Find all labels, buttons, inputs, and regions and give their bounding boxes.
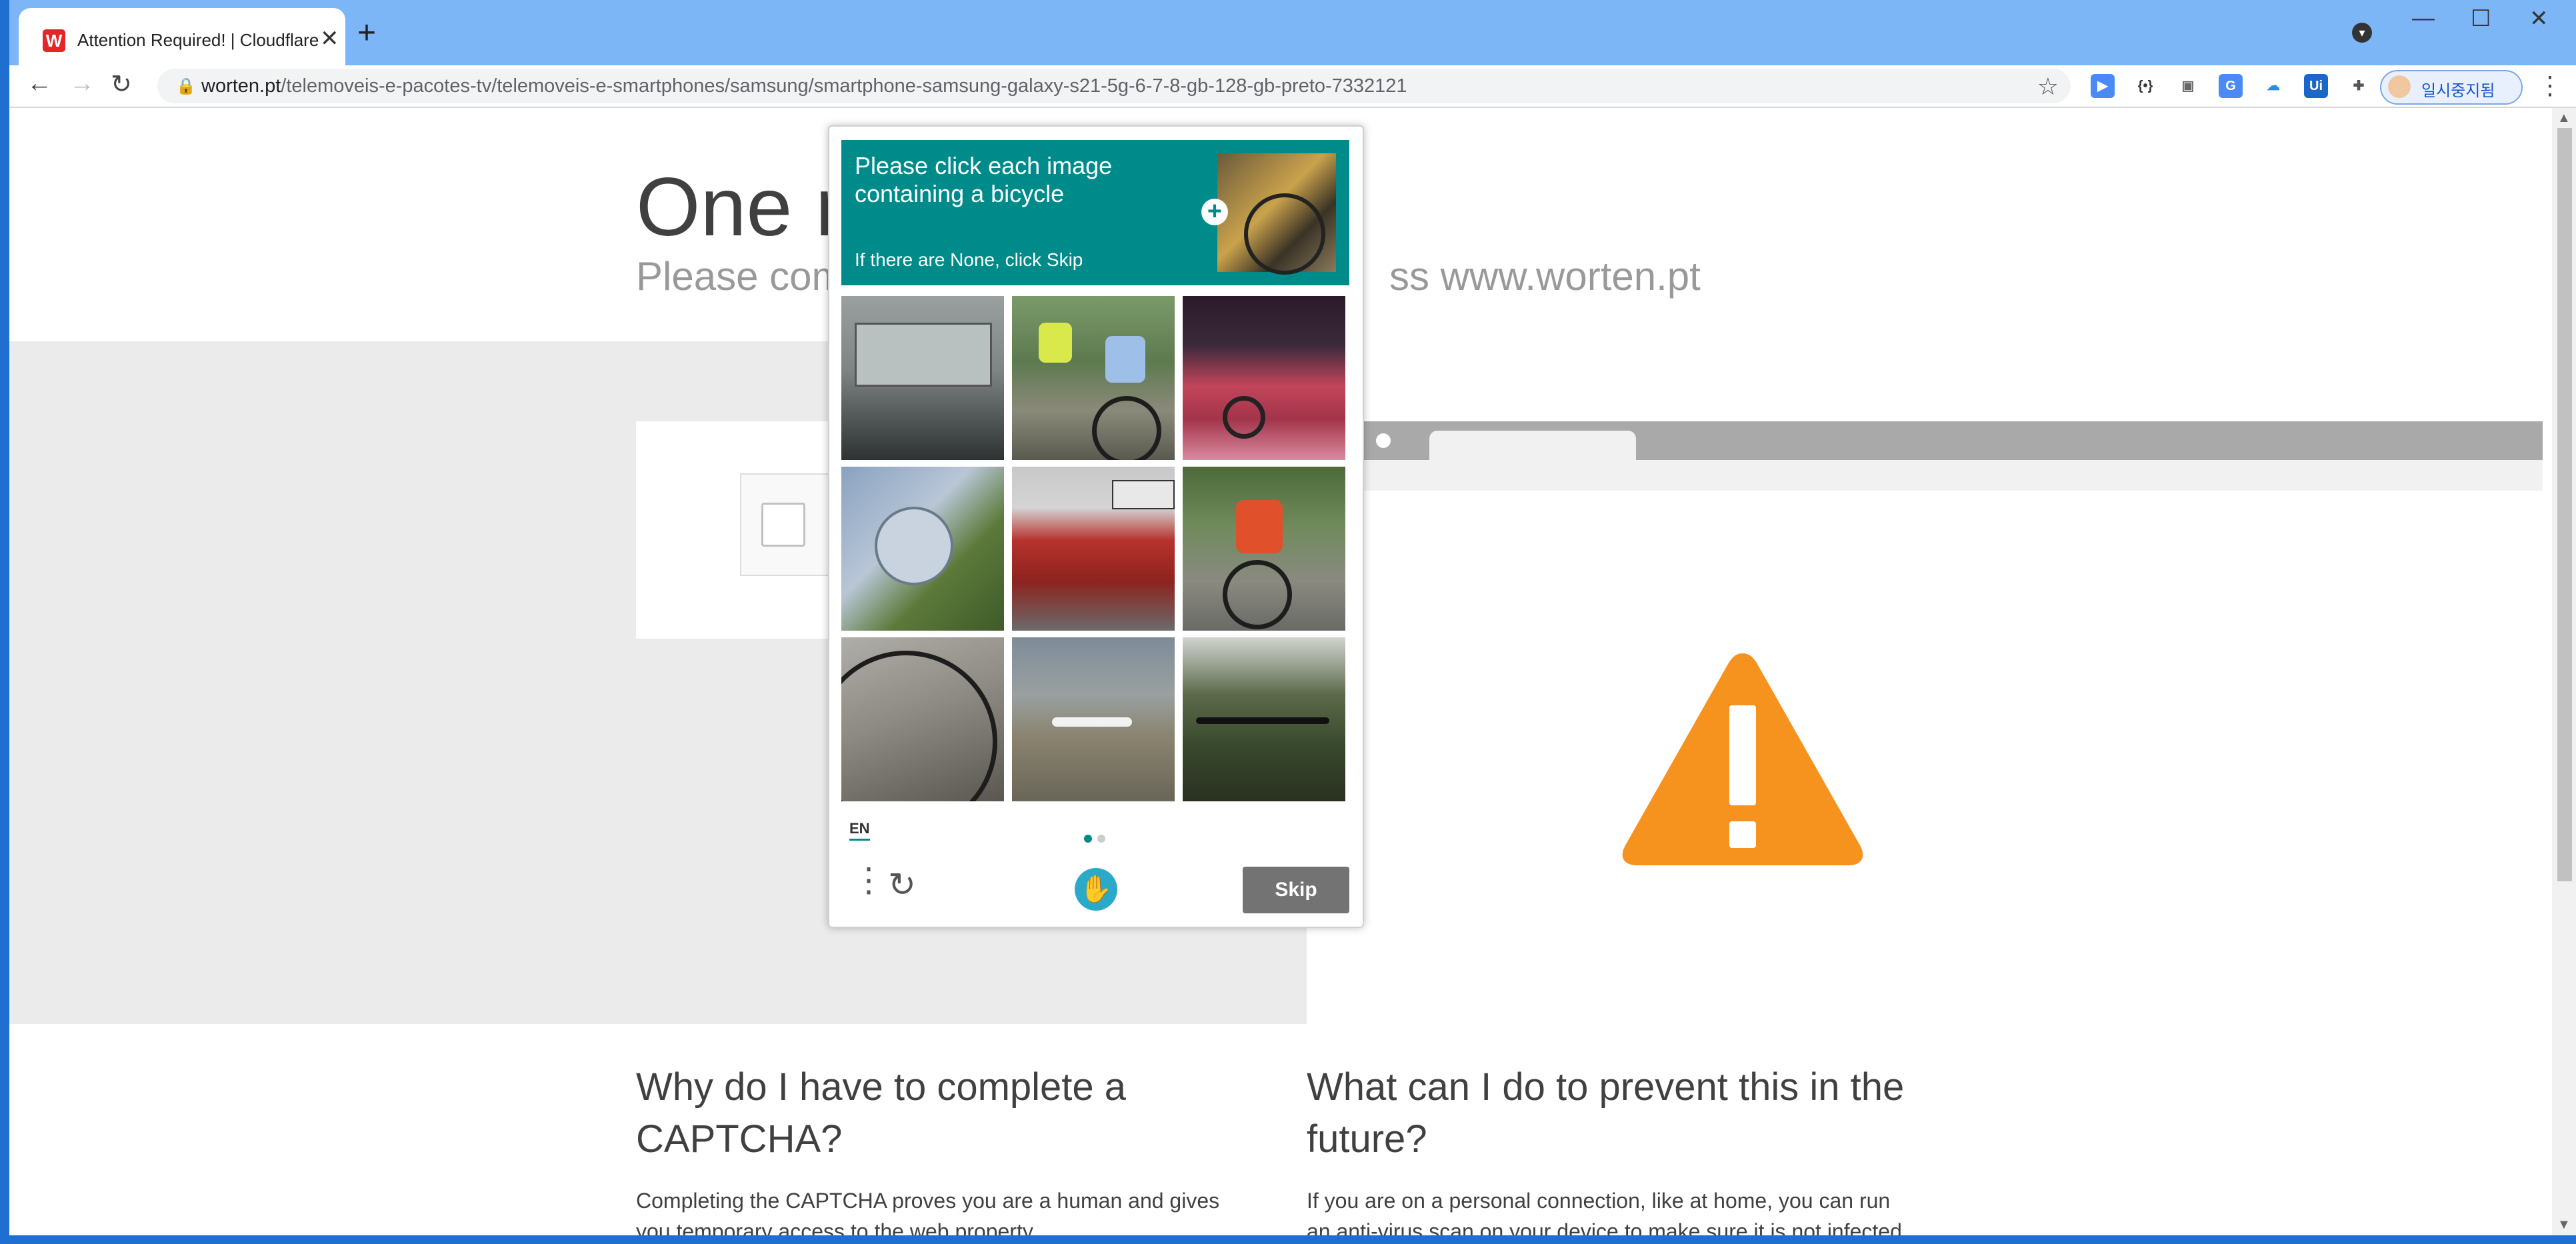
captcha-tile-fire-truck[interactable] (1012, 467, 1175, 631)
hcaptcha-logo-icon: ✋ (1075, 868, 1117, 911)
browser-tab[interactable]: W Attention Required! | Cloudflare ✕ (19, 8, 345, 65)
office-extension-icon[interactable]: ▣ (2176, 74, 2200, 98)
worten-favicon-icon: W (43, 29, 65, 52)
captcha-refresh-icon[interactable]: ↻ (888, 865, 916, 904)
car-wheel-shape (1223, 396, 1265, 439)
handlebar-shape (1196, 717, 1329, 724)
captcha-tile-bicycle-wheel[interactable] (841, 637, 1004, 801)
skip-button[interactable]: Skip (1243, 867, 1349, 913)
reload-icon[interactable]: ↻ (111, 69, 132, 99)
why-text: Completing the CAPTCHA proves you are a … (636, 1189, 1220, 1235)
scrollbar-thumb[interactable] (2557, 128, 2572, 881)
url-path: /telemoveis-e-pacotes-tv/telemoveis-e-sm… (281, 75, 1407, 97)
tab-title: Attention Required! | Cloudflare (77, 30, 319, 50)
bookmark-star-icon[interactable]: ☆ (2037, 73, 2059, 101)
translate-extension-icon[interactable]: G (2219, 74, 2243, 98)
uipath-extension-icon[interactable]: Ui (2304, 74, 2328, 98)
captcha-prompt-text: Please click each image containing a bic… (855, 152, 1113, 207)
bicycle-wheel-shape (1223, 560, 1292, 629)
warning-icon (1622, 653, 1863, 865)
propeller-hub (875, 507, 953, 585)
maximize-icon[interactable]: ☐ (2471, 5, 2491, 32)
captcha-tile-bus[interactable] (841, 296, 1004, 460)
forward-icon[interactable]: → (69, 69, 95, 98)
lock-icon[interactable]: 🔒 (176, 77, 196, 96)
json-extension-icon[interactable]: {•} (2133, 74, 2157, 98)
back-icon[interactable]: ← (27, 69, 52, 98)
url-text[interactable]: worten.pt/telemoveis-e-pacotes-tv/telemo… (201, 75, 1407, 97)
cyclist-jersey (1236, 500, 1283, 553)
cloud-extension-icon[interactable]: ☁ (2261, 74, 2285, 98)
illustration-browser-strip (1307, 460, 2543, 491)
extensions-puzzle-icon[interactable]: ✚ (2347, 74, 2371, 98)
captcha-challenge: Please click each image containing a bic… (828, 125, 1364, 928)
captcha-tile-cyclist[interactable] (1183, 467, 1345, 631)
tab-search-icon[interactable]: ▾ (2352, 23, 2372, 43)
close-icon[interactable]: ✕ (2529, 5, 2549, 32)
browser-menu-icon[interactable]: ⋮ (2537, 71, 2563, 101)
language-selector[interactable]: EN (849, 820, 870, 841)
prevent-heading: What can I do to prevent this in the fut… (1307, 1065, 1905, 1161)
scroll-up-icon[interactable]: ▲ (2557, 111, 2571, 126)
url-host: worten.pt (201, 75, 281, 97)
profile-name: 일시중지됨 (2421, 82, 2495, 100)
airplane-shape (1052, 717, 1132, 727)
captcha-tile-bicycle-handlebar[interactable] (1183, 637, 1345, 801)
page-subtitle: Please com (636, 254, 845, 299)
captcha-hint: If there are None, click Skip (855, 249, 1083, 270)
bicycle-wheel-shape (1092, 396, 1161, 460)
zoom-extension-icon[interactable]: ▶ (2091, 74, 2115, 98)
truck-sign-shape (1112, 480, 1175, 509)
browser-toolbar: ← → ↻ 🔒 worten.pt/telemoveis-e-pacotes-t… (9, 65, 2576, 108)
scroll-down-icon[interactable]: ▼ (2557, 1217, 2571, 1233)
browser-window: W Attention Required! | Cloudflare ✕ + ▾… (9, 0, 2576, 1235)
captcha-menu-icon[interactable]: ⋮ (852, 863, 885, 897)
captcha-tile-airplane-propeller[interactable] (841, 467, 1004, 631)
captcha-tile-red-car[interactable] (1183, 296, 1345, 460)
address-bar[interactable]: 🔒 worten.pt/telemoveis-e-pacotes-tv/tele… (157, 69, 2071, 103)
page-indicator-active (1084, 835, 1092, 843)
page-indicator (1097, 835, 1105, 843)
page-subtitle-end: ss www.worten.pt (1389, 254, 1701, 299)
checkbox[interactable] (761, 503, 805, 547)
bus-windshield (855, 323, 992, 387)
captcha-example-image[interactable] (1217, 153, 1336, 275)
cyclist-jersey (1039, 323, 1072, 363)
captcha-prompt: Please click each image containing a bic… (841, 140, 1349, 285)
illustration-browser-tab (1429, 431, 1636, 460)
cyclist-jersey (1105, 336, 1145, 383)
prevent-text: If you are on a personal connection, lik… (1307, 1189, 1902, 1235)
expand-example-icon[interactable]: + (1201, 199, 1228, 225)
avatar (2388, 75, 2411, 98)
bicycle-wheel-shape (1244, 193, 1325, 275)
tab-close-icon[interactable]: ✕ (320, 25, 339, 52)
tile-image (1183, 296, 1345, 460)
profile-button[interactable]: 일시중지됨 (2380, 70, 2523, 105)
captcha-tile-airplane-runway[interactable] (1012, 637, 1175, 801)
illustration-dot (1376, 433, 1391, 448)
new-tab-button[interactable]: + (357, 13, 376, 53)
tab-bar: W Attention Required! | Cloudflare ✕ + ▾… (9, 0, 2576, 65)
minimize-icon[interactable]: — (2412, 5, 2435, 31)
captcha-tile-cyclists[interactable] (1012, 296, 1175, 460)
why-heading: Why do I have to complete a CAPTCHA? (636, 1065, 1127, 1161)
scrollbar[interactable]: ▲ ▼ (2552, 108, 2576, 1235)
